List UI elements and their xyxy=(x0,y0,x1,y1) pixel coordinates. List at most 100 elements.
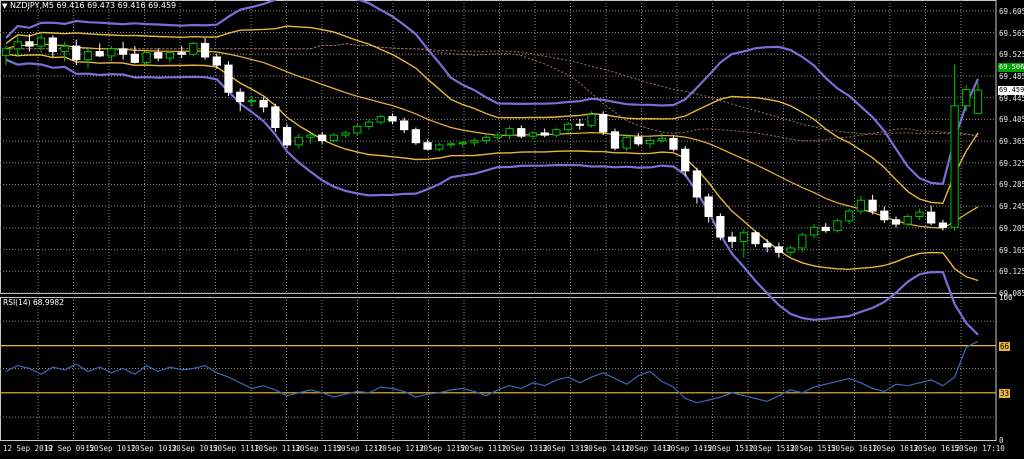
price-tick-label: 69.565 xyxy=(999,28,1024,38)
rsi-title: RSI(14) 68.9982 xyxy=(3,298,64,307)
candle-body xyxy=(200,42,210,58)
candle-body xyxy=(177,52,186,55)
time-tick-label: 12 Sep 17:10 xyxy=(950,444,1005,453)
candle-body xyxy=(329,134,339,142)
trading-terminal: ▼ NZDJPY,M5 69.416 69.473 69.416 69.459 … xyxy=(0,0,1024,459)
candle-body xyxy=(212,56,221,66)
price-tick-label: 69.365 xyxy=(999,137,1024,147)
candle-body xyxy=(973,89,983,114)
candle-body xyxy=(938,222,947,228)
rsi-line xyxy=(5,340,979,404)
candle-body xyxy=(13,41,22,50)
candle-body xyxy=(72,45,81,61)
candle-body xyxy=(37,37,46,47)
symbol-name: NZDJPY,M5 xyxy=(9,1,54,10)
price-tick-label: 69.205 xyxy=(999,223,1024,233)
candle-body xyxy=(716,215,725,238)
candle-body xyxy=(341,132,350,136)
candle-body xyxy=(446,143,456,146)
candle-body xyxy=(353,125,362,134)
candle-body xyxy=(552,129,561,136)
candle-body xyxy=(798,234,807,249)
candle-body xyxy=(247,99,257,102)
candle-body xyxy=(107,48,116,57)
candle-body xyxy=(727,236,737,242)
candle-body xyxy=(482,136,491,142)
candle-body xyxy=(458,142,467,145)
candle-body xyxy=(259,99,268,108)
triangle-down-icon[interactable]: ▼ xyxy=(2,2,7,10)
candle-body xyxy=(95,51,104,57)
candle-body xyxy=(739,232,748,242)
candle-body xyxy=(575,123,584,126)
candle-body xyxy=(189,42,198,55)
candle-body xyxy=(423,142,432,150)
candle-body xyxy=(118,48,128,55)
candle-body xyxy=(950,105,959,228)
candle-body xyxy=(388,116,397,122)
candle-body xyxy=(704,196,713,217)
candle-body xyxy=(1,48,11,56)
candle-body xyxy=(587,113,596,126)
candle-body xyxy=(774,246,784,253)
candle-body xyxy=(505,128,514,136)
candle-body xyxy=(610,131,620,149)
candle-body xyxy=(809,226,819,236)
price-tick-label: 69.405 xyxy=(999,115,1024,125)
candle-body xyxy=(845,210,854,222)
candle-body xyxy=(517,128,526,137)
bid-price-tag: 69.506 xyxy=(998,63,1024,72)
bollinger-outer-upper xyxy=(5,0,980,186)
candle-body xyxy=(645,140,655,145)
price-tick-label: 69.485 xyxy=(999,71,1024,81)
price-tick-label: 69.165 xyxy=(999,245,1024,255)
candle-body xyxy=(48,37,57,53)
candle-body xyxy=(306,134,315,138)
candle-body xyxy=(622,136,631,149)
candle-body xyxy=(528,132,538,137)
candle-body xyxy=(83,51,93,61)
candle-body xyxy=(318,134,327,142)
candle-body xyxy=(880,210,889,221)
bollinger-inner-lower xyxy=(5,53,979,282)
candle-body xyxy=(540,132,549,136)
candle-body xyxy=(294,136,303,146)
rsi-tick-label: 100 xyxy=(999,293,1013,302)
candle-body xyxy=(400,120,409,131)
candle-body xyxy=(692,170,702,198)
price-tick-label: 69.285 xyxy=(999,180,1024,190)
candle-body xyxy=(364,121,374,127)
candle-body xyxy=(271,106,280,129)
price-tick-label: 69.245 xyxy=(999,202,1024,212)
candle-body xyxy=(493,134,502,138)
rsi-tick-label: 33 xyxy=(999,388,1011,398)
candle-body xyxy=(868,199,877,212)
candle-body xyxy=(25,41,34,47)
candle-body xyxy=(763,243,772,248)
price-tick-label: 69.325 xyxy=(999,158,1024,168)
candle-body xyxy=(657,137,666,142)
bollinger-middle xyxy=(5,43,979,229)
candle-body xyxy=(786,247,795,253)
price-tick-label: 69.605 xyxy=(999,6,1024,16)
bollinger-inner-upper xyxy=(5,25,979,205)
candle-body xyxy=(856,199,866,212)
candle-body xyxy=(470,140,479,144)
candle-body xyxy=(599,113,608,133)
candle-body xyxy=(376,116,385,123)
candle-body xyxy=(681,148,690,172)
candle-body xyxy=(915,211,924,217)
price-tick-label: 69.525 xyxy=(999,50,1024,60)
price-chart[interactable] xyxy=(0,0,1024,459)
candle-body xyxy=(833,220,842,232)
rsi-tick-label: 66 xyxy=(999,341,1011,351)
candle-body xyxy=(751,232,760,245)
chart-symbol-header: ▼ NZDJPY,M5 69.416 69.473 69.416 69.459 xyxy=(2,1,176,10)
price-tick-label: 69.445 xyxy=(999,93,1024,103)
candle-body xyxy=(669,137,678,150)
candle-body xyxy=(634,136,643,145)
price-tick-label: 69.125 xyxy=(999,267,1024,277)
candle-body xyxy=(142,52,151,63)
candle-body xyxy=(821,226,830,232)
candle-body xyxy=(165,52,175,59)
